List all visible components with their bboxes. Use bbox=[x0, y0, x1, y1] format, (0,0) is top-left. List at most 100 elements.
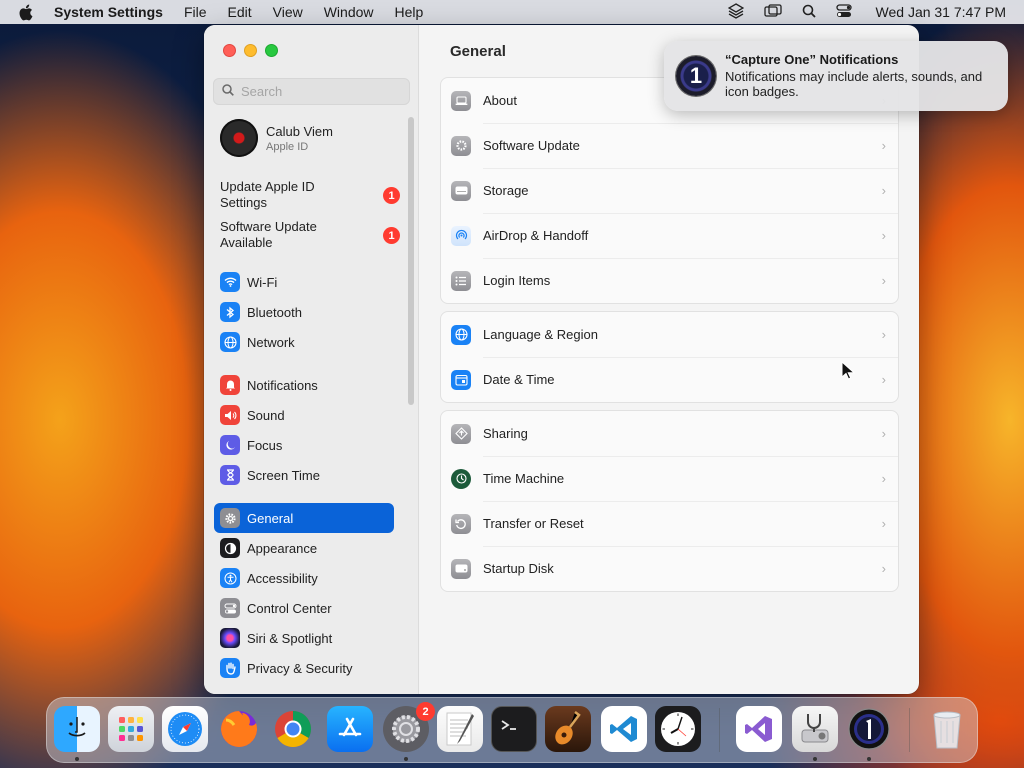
bluetooth-icon bbox=[220, 302, 240, 322]
dock-app-store[interactable] bbox=[327, 706, 373, 752]
menu-bar: System Settings File Edit View Window He… bbox=[0, 0, 1024, 24]
dock-garageband[interactable] bbox=[545, 706, 591, 752]
software-update-notice[interactable]: Software Update Available 1 bbox=[220, 219, 400, 251]
apple-menu-icon[interactable] bbox=[18, 4, 34, 21]
window-controls bbox=[223, 44, 278, 57]
dock-vscode[interactable] bbox=[601, 706, 647, 752]
dock-disk-utility[interactable] bbox=[792, 706, 838, 752]
dock-launchpad[interactable] bbox=[108, 706, 154, 752]
spotlight-search-icon[interactable] bbox=[802, 4, 816, 21]
dock-visual-studio[interactable] bbox=[736, 706, 782, 752]
search-input[interactable] bbox=[241, 84, 391, 99]
menu-file[interactable]: File bbox=[184, 4, 207, 20]
terminal-icon bbox=[501, 720, 516, 730]
accessibility-icon bbox=[220, 568, 240, 588]
time-machine-icon bbox=[451, 468, 471, 489]
sidebar-item-siri-spotlight[interactable]: Siri & Spotlight bbox=[214, 623, 394, 653]
siri-icon bbox=[220, 628, 240, 648]
hand-icon bbox=[220, 658, 240, 678]
profile-subtitle: Apple ID bbox=[266, 140, 309, 153]
row-software-update[interactable]: Software Update › bbox=[441, 123, 898, 168]
notification-banner[interactable]: 1 “Capture One” Notifications Notificati… bbox=[664, 41, 1008, 111]
sidebar-scrollbar[interactable] bbox=[408, 117, 414, 405]
search-field[interactable] bbox=[213, 78, 410, 105]
dock-system-settings[interactable]: 2 bbox=[383, 702, 435, 752]
moon-icon bbox=[220, 435, 240, 455]
close-window-button[interactable] bbox=[223, 44, 236, 57]
capture-one-icon bbox=[848, 708, 890, 750]
update-apple-id-notice[interactable]: Update Apple ID Settings 1 bbox=[220, 179, 400, 211]
control-center-icon[interactable] bbox=[835, 3, 852, 21]
dock-textedit[interactable] bbox=[437, 706, 483, 752]
search-icon bbox=[222, 83, 234, 101]
sidebar-item-label: Network bbox=[247, 334, 295, 350]
menu-view[interactable]: View bbox=[273, 4, 303, 20]
airdrop-icon bbox=[451, 225, 471, 246]
sidebar-item-accessibility[interactable]: Accessibility bbox=[214, 563, 394, 593]
general-pane: General About › Software Update › bbox=[420, 25, 919, 694]
control-center-icon bbox=[220, 598, 240, 618]
sidebar-item-network[interactable]: Network bbox=[214, 327, 394, 357]
sidebar-item-label: Siri & Spotlight bbox=[247, 630, 333, 646]
menu-clock[interactable]: Wed Jan 31 7:47 PM bbox=[876, 4, 1006, 20]
sidebar-item-notifications[interactable]: Notifications bbox=[214, 370, 394, 400]
dock-safari[interactable] bbox=[162, 706, 208, 752]
row-language-region[interactable]: Language & Region › bbox=[441, 312, 898, 357]
sidebar-item-general[interactable]: General bbox=[214, 503, 394, 533]
sidebar-item-privacy-security[interactable]: Privacy & Security bbox=[214, 653, 394, 683]
minimize-window-button[interactable] bbox=[244, 44, 257, 57]
sidebar-item-bluetooth[interactable]: Bluetooth bbox=[214, 297, 394, 327]
notice-label: Update Apple ID Settings bbox=[220, 179, 315, 210]
dock-firefox[interactable] bbox=[216, 706, 262, 752]
sidebar-item-appearance[interactable]: Appearance bbox=[214, 533, 394, 563]
sidebar-item-sound[interactable]: Sound bbox=[214, 400, 394, 430]
chevron-right-icon: › bbox=[881, 471, 886, 486]
dock-chrome[interactable] bbox=[270, 706, 316, 752]
dock-terminal[interactable] bbox=[491, 706, 537, 752]
menu-help[interactable]: Help bbox=[395, 4, 424, 20]
notification-body: Notifications may include alerts, sounds… bbox=[725, 69, 983, 99]
running-indicator bbox=[404, 757, 408, 761]
row-label: Storage bbox=[483, 183, 529, 198]
safari-icon bbox=[168, 712, 202, 746]
sidebar-item-wifi[interactable]: Wi-Fi bbox=[214, 267, 394, 297]
menu-window[interactable]: Window bbox=[324, 4, 374, 20]
zoom-window-button[interactable] bbox=[265, 44, 278, 57]
dock-capture-one[interactable] bbox=[846, 706, 892, 752]
sidebar-item-label: Focus bbox=[247, 437, 283, 453]
menu-edit[interactable]: Edit bbox=[228, 4, 252, 20]
sidebar-item-focus[interactable]: Focus bbox=[214, 430, 394, 460]
page-title: General bbox=[450, 43, 506, 60]
sidebar-item-label: Sound bbox=[247, 407, 285, 423]
sidebar: Calub Viem Apple ID Update Apple ID Sett… bbox=[204, 25, 419, 694]
screen-mirroring-icon[interactable] bbox=[763, 3, 782, 21]
row-label: About bbox=[483, 93, 517, 108]
bell-icon bbox=[220, 375, 240, 395]
row-startup-disk[interactable]: Startup Disk › bbox=[441, 546, 898, 591]
textedit-icon bbox=[446, 712, 474, 746]
menu-app-name[interactable]: System Settings bbox=[54, 4, 163, 20]
row-time-machine[interactable]: Time Machine › bbox=[441, 456, 898, 501]
row-label: Transfer or Reset bbox=[483, 516, 584, 531]
row-airdrop-handoff[interactable]: AirDrop & Handoff › bbox=[441, 213, 898, 258]
row-label: Time Machine bbox=[483, 471, 565, 486]
sidebar-item-control-center[interactable]: Control Center bbox=[214, 593, 394, 623]
chevron-right-icon: › bbox=[881, 426, 886, 441]
row-storage[interactable]: Storage › bbox=[441, 168, 898, 213]
sidebar-item-label: Notifications bbox=[247, 377, 318, 393]
dock-finder[interactable] bbox=[54, 706, 100, 752]
row-transfer-reset[interactable]: Transfer or Reset › bbox=[441, 501, 898, 546]
drive-icon bbox=[451, 180, 471, 201]
firefox-icon bbox=[221, 711, 258, 747]
row-login-items[interactable]: Login Items › bbox=[441, 258, 898, 303]
row-sharing[interactable]: Sharing › bbox=[441, 411, 898, 456]
avatar bbox=[220, 119, 258, 157]
sidebar-item-screen-time[interactable]: Screen Time bbox=[214, 460, 394, 490]
apple-id-profile[interactable]: Calub Viem Apple ID bbox=[220, 119, 333, 157]
notification-title: “Capture One” Notifications bbox=[725, 52, 899, 67]
dock-trash[interactable] bbox=[924, 706, 970, 752]
layers-status-icon[interactable] bbox=[727, 2, 744, 22]
dock-clock[interactable] bbox=[655, 706, 701, 752]
sidebar-item-label: General bbox=[247, 510, 294, 526]
row-date-time[interactable]: Date & Time › bbox=[441, 357, 898, 402]
